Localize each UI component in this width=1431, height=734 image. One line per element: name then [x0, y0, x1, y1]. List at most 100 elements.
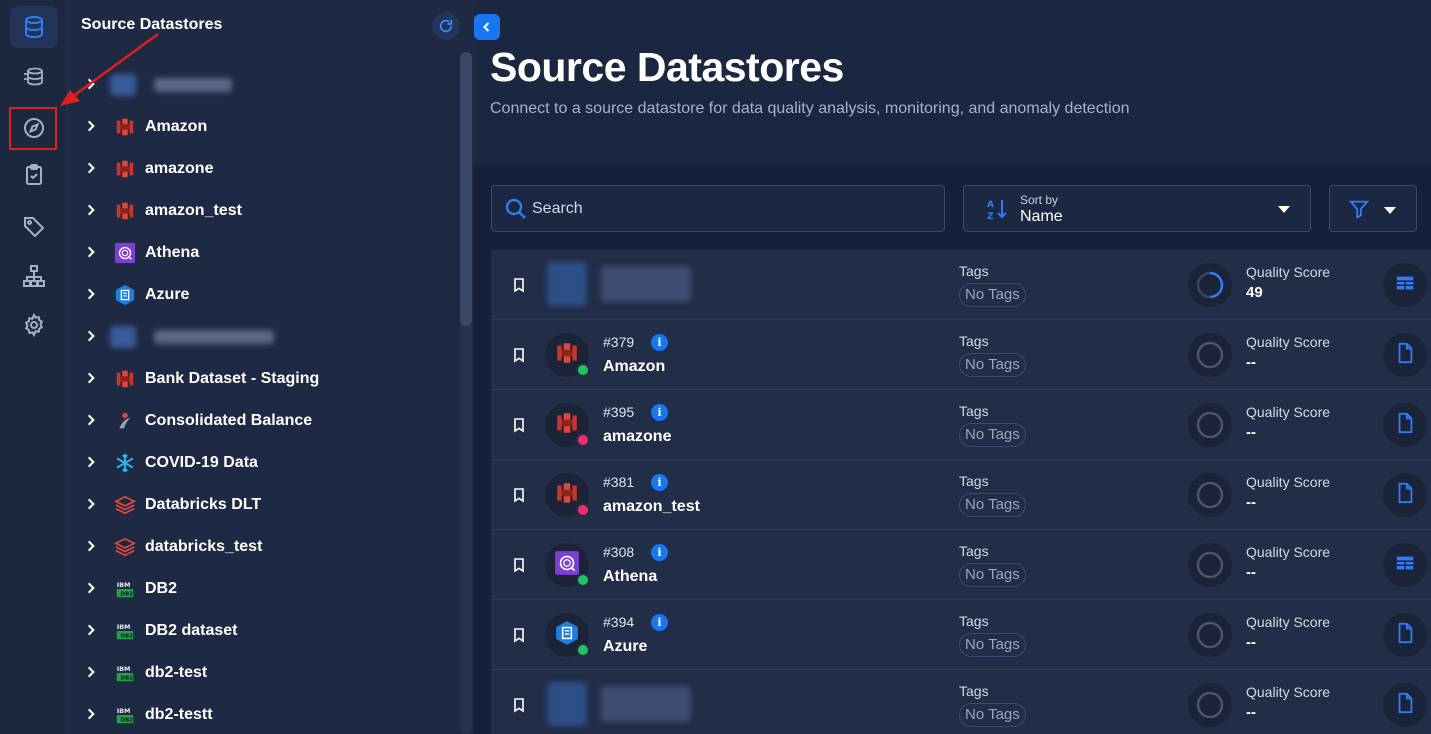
tree-item[interactable]: Amazon — [68, 106, 458, 148]
quality-score-ring — [1196, 691, 1224, 719]
tree-item[interactable]: databricks_test — [68, 526, 458, 568]
tree-item-label: Consolidated Balance — [145, 412, 313, 429]
datastore-type-button[interactable] — [1383, 543, 1427, 587]
refresh-button[interactable] — [432, 12, 460, 40]
bookmark-icon[interactable] — [511, 416, 527, 434]
tree-item[interactable] — [68, 64, 458, 106]
tags-chip[interactable]: No Tags — [959, 353, 1026, 377]
bookmark-icon[interactable] — [511, 696, 527, 714]
chevron-right-icon[interactable] — [84, 287, 98, 301]
quality-score-label: Quality Score — [1246, 544, 1331, 560]
svg-text:IBM: IBM — [117, 623, 131, 631]
datastore-name[interactable]: amazon_test — [603, 498, 700, 516]
datastore-type-button[interactable] — [1383, 263, 1427, 307]
datastore-row[interactable]: #395 i amazone Tags No Tags Quality Score -- — [491, 390, 1431, 460]
tags-label: Tags — [959, 613, 989, 629]
collapse-sidebar-button[interactable] — [474, 14, 500, 40]
datastore-type-button[interactable] — [1383, 333, 1427, 377]
chevron-right-icon[interactable] — [84, 455, 98, 469]
tree-item[interactable]: Athena — [68, 232, 458, 274]
tree-item[interactable]: Bank Dataset - Staging — [68, 358, 458, 400]
chevron-right-icon[interactable] — [84, 539, 98, 553]
datastore-type-button[interactable] — [1383, 473, 1427, 517]
chevron-right-icon[interactable] — [84, 497, 98, 511]
tree-item[interactable]: amazon_test — [68, 190, 458, 232]
chevron-right-icon[interactable] — [84, 245, 98, 259]
datastore-name[interactable]: Amazon — [603, 358, 665, 376]
tree-item[interactable]: amazone — [68, 148, 458, 190]
info-icon[interactable]: i — [651, 544, 668, 561]
datastore-row[interactable]: #308 i Athena Tags No Tags Quality Score -- — [491, 530, 1431, 600]
tree-item[interactable]: COVID-19 Data — [68, 442, 458, 484]
bookmark-icon[interactable] — [511, 346, 527, 364]
bookmark-icon[interactable] — [511, 626, 527, 644]
info-icon[interactable]: i — [651, 334, 668, 351]
chevron-right-icon[interactable] — [84, 623, 98, 637]
datastore-row[interactable]: #381 i amazon_test Tags No Tags Quality Score… — [491, 460, 1431, 530]
tags-nav-button[interactable] — [10, 205, 58, 247]
tags-chip[interactable]: No Tags — [959, 563, 1026, 587]
chevron-left-icon — [483, 22, 490, 32]
datastore-name[interactable]: Azure — [603, 638, 647, 656]
chevron-right-icon[interactable] — [84, 665, 98, 679]
tags-chip[interactable]: No Tags — [959, 423, 1026, 447]
tree-item[interactable]: IBM DB2 DB2 — [68, 568, 458, 610]
chevron-right-icon[interactable] — [84, 119, 98, 133]
tree-item[interactable]: IBM DB2 DB2 dataset — [68, 610, 458, 652]
checks-nav-button[interactable] — [10, 154, 58, 196]
chevron-right-icon[interactable] — [84, 413, 98, 427]
svg-text:DB2: DB2 — [120, 675, 133, 681]
chevron-right-icon[interactable] — [84, 161, 98, 175]
datastore-row[interactable]: Tags No Tags Quality Score -- — [491, 670, 1431, 734]
chevron-right-icon[interactable] — [84, 203, 98, 217]
annotation-highlight-box — [9, 107, 57, 150]
tree-item[interactable] — [68, 316, 458, 358]
tree-item[interactable]: IBM DB2 db2-test — [68, 652, 458, 694]
sort-dropdown[interactable]: AZ Sort by Name — [963, 185, 1311, 232]
quality-score-indicator — [1188, 403, 1232, 447]
tags-chip[interactable]: No Tags — [959, 493, 1026, 517]
tags-chip[interactable]: No Tags — [959, 283, 1026, 307]
datastore-name[interactable]: Athena — [603, 568, 657, 586]
datastore-type-button[interactable] — [1383, 403, 1427, 447]
bookmark-icon[interactable] — [511, 276, 527, 294]
ibm-db2-icon: IBM DB2 — [114, 662, 136, 684]
tree-item-label: databricks_test — [145, 538, 263, 555]
chevron-right-icon[interactable] — [84, 707, 98, 721]
tags-chip[interactable]: No Tags — [959, 633, 1026, 657]
tree-scrollbar[interactable] — [460, 52, 472, 734]
chevron-right-icon[interactable] — [84, 581, 98, 595]
datastores-nav-button[interactable] — [10, 6, 58, 48]
datastore-row[interactable]: Tags No Tags Quality Score 49 — [491, 250, 1431, 320]
datastore-type-button[interactable] — [1383, 613, 1427, 657]
tree-item[interactable]: Azure — [68, 274, 458, 316]
info-icon[interactable]: i — [651, 474, 668, 491]
enrichment-nav-button[interactable] — [10, 56, 58, 98]
tree-item[interactable]: IBM DB2 db2-testt — [68, 694, 458, 734]
bookmark-icon[interactable] — [511, 486, 527, 504]
chevron-right-icon[interactable] — [84, 77, 98, 91]
search-box[interactable] — [491, 185, 945, 232]
datastore-type-button[interactable] — [1383, 683, 1427, 727]
filter-button[interactable] — [1329, 185, 1417, 232]
tree-item-label: Amazon — [145, 118, 208, 135]
quality-score-indicator — [1188, 333, 1232, 377]
tree-scrollbar-thumb[interactable] — [460, 52, 472, 326]
svg-text:DB2: DB2 — [120, 717, 133, 723]
info-icon[interactable]: i — [651, 404, 668, 421]
flows-nav-button[interactable] — [10, 255, 58, 297]
tree-item[interactable]: Consolidated Balance — [68, 400, 458, 442]
datastore-row[interactable]: #379 i Amazon Tags No Tags Quality Score -- — [491, 320, 1431, 390]
search-input[interactable] — [532, 196, 932, 222]
tags-chip[interactable]: No Tags — [959, 703, 1026, 727]
tree-item[interactable]: Databricks DLT — [68, 484, 458, 526]
chevron-right-icon[interactable] — [84, 371, 98, 385]
datastore-row[interactable]: #394 i Azure Tags No Tags Quality Score -- — [491, 600, 1431, 670]
databricks-icon — [114, 494, 136, 516]
info-icon[interactable]: i — [651, 614, 668, 631]
bookmark-icon[interactable] — [511, 556, 527, 574]
aws-icon — [114, 368, 136, 390]
settings-nav-button[interactable] — [10, 304, 58, 346]
datastore-name[interactable]: amazone — [603, 428, 671, 446]
chevron-right-icon[interactable] — [84, 329, 98, 343]
